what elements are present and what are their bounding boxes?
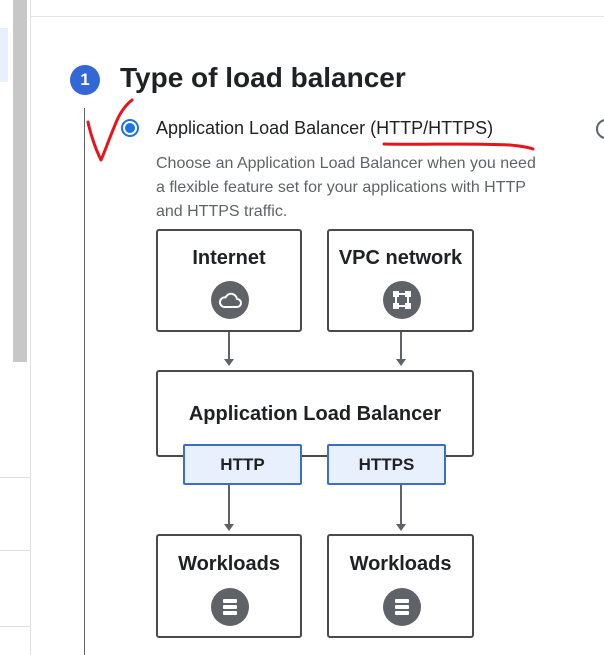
- red-underline-annotation: [382, 142, 535, 151]
- red-checkmark-annotation: [86, 98, 134, 162]
- red-annotation-overlay: [86, 98, 535, 162]
